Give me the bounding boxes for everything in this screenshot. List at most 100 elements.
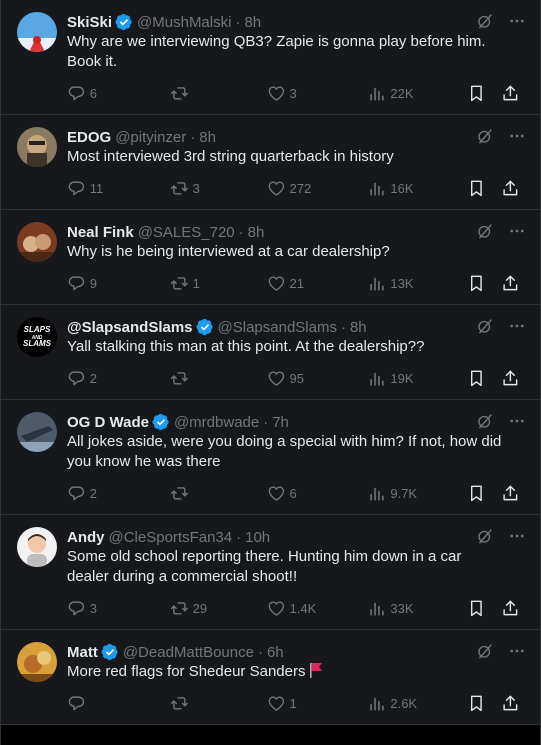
share-button[interactable] (501, 84, 520, 103)
like-button[interactable]: 95 (267, 369, 368, 388)
timestamp[interactable]: 7h (272, 414, 289, 431)
reply-button[interactable] (67, 694, 170, 713)
tweet[interactable]: OG D Wade @mrdbwade · 7h All jokes aside… (1, 400, 540, 515)
user-handle[interactable]: @SlapsandSlams (218, 319, 337, 336)
user-handle[interactable]: @DeadMattBounce (123, 644, 254, 661)
like-button[interactable]: 3 (267, 84, 368, 103)
user-handle[interactable]: @SALES_720 (138, 224, 235, 241)
tweet[interactable]: Neal Fink @SALES_720 · 8h Why is he bein… (1, 210, 540, 305)
repost-button[interactable] (170, 84, 267, 103)
views-button[interactable]: 22K (368, 84, 467, 103)
tweet-text-content: All jokes aside, were you doing a specia… (67, 433, 502, 470)
bookmark-button[interactable] (467, 84, 486, 103)
neal-avatar[interactable] (17, 222, 57, 262)
grok-icon[interactable] (476, 127, 494, 145)
display-name[interactable]: Neal Fink (67, 224, 134, 241)
repost-button[interactable] (170, 694, 267, 713)
display-name[interactable]: Matt (67, 644, 98, 661)
grok-icon[interactable] (476, 527, 494, 545)
bookmark-button[interactable] (467, 599, 486, 618)
repost-button[interactable]: 1 (170, 274, 267, 293)
timestamp[interactable]: 8h (199, 129, 216, 146)
like-button[interactable]: 272 (267, 179, 368, 198)
display-name[interactable]: @SlapsandSlams (67, 319, 193, 336)
tweet[interactable]: SkiSki @MushMalski · 8h Why are we inter… (1, 0, 540, 115)
grok-icon[interactable] (476, 222, 494, 240)
skiski-avatar[interactable] (17, 12, 57, 52)
reply-button[interactable]: 11 (67, 179, 170, 198)
repost-button[interactable] (170, 484, 267, 503)
views-button[interactable]: 33K (368, 599, 467, 618)
display-name[interactable]: SkiSki (67, 14, 112, 31)
timestamp[interactable]: 8h (248, 224, 265, 241)
edog-avatar[interactable] (17, 127, 57, 167)
ogdwade-avatar[interactable] (17, 412, 57, 452)
more-options-icon[interactable] (508, 12, 526, 30)
andy-avatar[interactable] (17, 527, 57, 567)
more-options-icon[interactable] (508, 527, 526, 545)
bookmark-button[interactable] (467, 369, 486, 388)
tweet[interactable]: Andy @CleSportsFan34 · 10h Some old scho… (1, 515, 540, 630)
more-options-icon[interactable] (508, 127, 526, 145)
bookmark-button[interactable] (467, 694, 486, 713)
views-button[interactable]: 19K (368, 369, 467, 388)
user-handle[interactable]: @MushMalski (137, 14, 231, 31)
matt-avatar[interactable] (17, 642, 57, 682)
share-button[interactable] (501, 179, 520, 198)
heart-icon (267, 369, 286, 388)
timestamp[interactable]: 10h (245, 529, 270, 546)
grok-icon[interactable] (476, 12, 494, 30)
timestamp[interactable]: 8h (244, 14, 261, 31)
user-handle[interactable]: @mrdbwade (174, 414, 259, 431)
user-handle[interactable]: @CleSportsFan34 (109, 529, 233, 546)
reply-button[interactable]: 2 (67, 369, 170, 388)
repost-button[interactable] (170, 369, 267, 388)
slaps-avatar[interactable]: SLAPS AND SLAMS (17, 317, 57, 357)
user-handle[interactable]: @pityinzer (115, 129, 186, 146)
tweet-header: Andy @CleSportsFan34 · 10h (67, 527, 524, 547)
repost-button[interactable]: 29 (170, 599, 267, 618)
timestamp[interactable]: 8h (350, 319, 367, 336)
tweet-header: OG D Wade @mrdbwade · 7h (67, 412, 524, 432)
more-options-icon[interactable] (508, 412, 526, 430)
like-count: 1 (289, 695, 297, 711)
more-options-icon[interactable] (508, 642, 526, 660)
share-button[interactable] (501, 599, 520, 618)
views-button[interactable]: 9.7K (368, 484, 467, 503)
reply-button[interactable]: 2 (67, 484, 170, 503)
bookmark-button[interactable] (467, 179, 486, 198)
like-button[interactable]: 1.4K (267, 599, 368, 618)
bookmark-button[interactable] (467, 274, 486, 293)
share-button[interactable] (501, 274, 520, 293)
display-name[interactable]: Andy (67, 529, 105, 546)
bookmark-button[interactable] (467, 484, 486, 503)
grok-icon[interactable] (476, 642, 494, 660)
share-button[interactable] (501, 484, 520, 503)
tweet[interactable]: SLAPS AND SLAMS @SlapsandSlams @SlapsandSl… (1, 305, 540, 400)
tweet-secondary-actions (467, 179, 521, 198)
tweet[interactable]: Matt @DeadMattBounce · 6h More red flags… (1, 630, 540, 725)
views-button[interactable]: 13K (368, 274, 467, 293)
grok-icon[interactable] (476, 317, 494, 335)
share-button[interactable] (501, 369, 520, 388)
verified-badge-icon (115, 13, 133, 31)
reply-button[interactable]: 6 (67, 84, 170, 103)
tweet[interactable]: EDOG @pityinzer · 8h Most interviewed 3r… (1, 115, 540, 210)
more-options-icon[interactable] (508, 317, 526, 335)
grok-icon[interactable] (476, 412, 494, 430)
reply-button[interactable]: 9 (67, 274, 170, 293)
share-button[interactable] (501, 694, 520, 713)
like-button[interactable]: 1 (267, 694, 368, 713)
repost-button[interactable]: 3 (170, 179, 267, 198)
display-name[interactable]: OG D Wade (67, 414, 149, 431)
views-button[interactable]: 2.6K (368, 694, 467, 713)
views-button[interactable]: 16K (368, 179, 467, 198)
timestamp[interactable]: 6h (267, 644, 284, 661)
more-options-icon[interactable] (508, 222, 526, 240)
like-button[interactable]: 21 (267, 274, 368, 293)
display-name[interactable]: EDOG (67, 129, 111, 146)
like-button[interactable]: 6 (267, 484, 368, 503)
view-count: 2.6K (390, 695, 418, 711)
reply-button[interactable]: 3 (67, 599, 170, 618)
bookmark-icon (467, 179, 486, 198)
